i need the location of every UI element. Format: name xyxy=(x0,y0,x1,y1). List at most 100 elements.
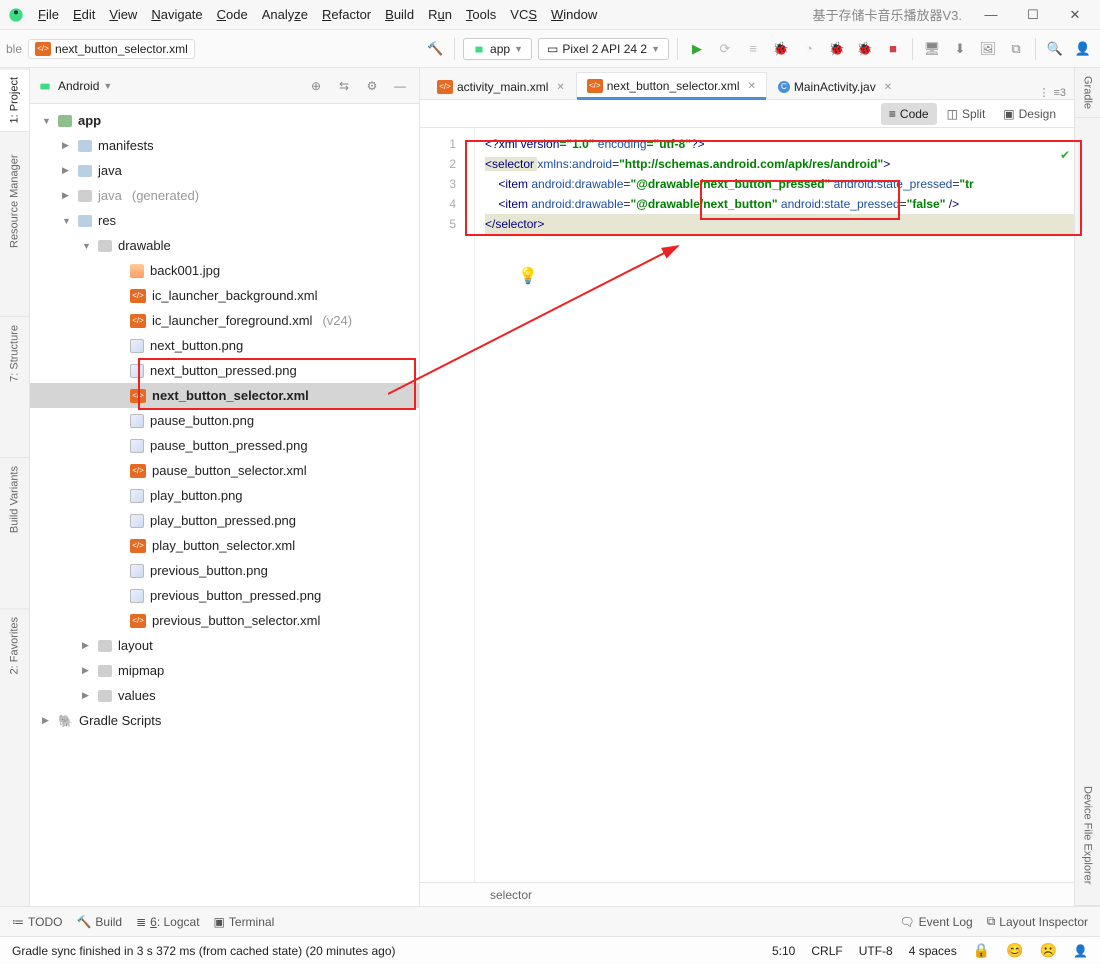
menu-build[interactable]: Build xyxy=(379,5,420,24)
smile-icon[interactable]: 😊 xyxy=(1006,942,1023,959)
menu-view[interactable]: View xyxy=(103,5,143,24)
tool-layout-inspector[interactable]: ⧉Layout Inspector xyxy=(987,914,1088,929)
attach-button[interactable]: 🐞 xyxy=(854,38,876,60)
menu-file[interactable]: File xyxy=(32,5,65,24)
minimize-button[interactable]: — xyxy=(974,5,1008,25)
breadcrumb-file[interactable]: </> next_button_selector.xml xyxy=(28,39,195,59)
tree-file[interactable]: play_button.png xyxy=(30,483,419,508)
apply-code-button[interactable]: ≡ xyxy=(742,38,764,60)
tool-logcat[interactable]: ≣6: Logcat xyxy=(136,915,199,929)
menu-navigate[interactable]: Navigate xyxy=(145,5,208,24)
view-design[interactable]: ▣Design xyxy=(995,103,1064,125)
tree-file[interactable]: </>pause_button_selector.xml xyxy=(30,458,419,483)
tool-project[interactable]: 1: Project xyxy=(0,68,29,131)
tool-event-log[interactable]: 🗨Event Log xyxy=(899,915,972,929)
expand-icon[interactable]: ⇆ xyxy=(333,75,355,97)
tab-next-button-selector[interactable]: </>next_button_selector.xml✕ xyxy=(576,72,767,100)
device-selector[interactable]: ▭ Pixel 2 API 24 2 ▼ xyxy=(538,38,669,60)
close-button[interactable]: ✕ xyxy=(1058,5,1092,25)
hide-icon[interactable]: — xyxy=(389,75,411,97)
lock-icon[interactable]: 🔒 xyxy=(973,942,990,959)
close-icon[interactable]: ✕ xyxy=(556,82,564,93)
locate-icon[interactable]: ⊕ xyxy=(305,75,327,97)
tree-node-java[interactable]: ▶java xyxy=(30,158,419,183)
hammer-icon[interactable]: 🔨 xyxy=(424,38,446,60)
tree-file[interactable]: </>ic_launcher_foreground.xml (v24) xyxy=(30,308,419,333)
tool-resource-manager[interactable]: Resource Manager xyxy=(0,131,29,271)
project-tree[interactable]: ▼app ▶manifests ▶java ▶java(generated) ▼… xyxy=(30,104,419,906)
tree-file[interactable]: next_button_pressed.png xyxy=(30,358,419,383)
inspection-icon[interactable]: 👤 xyxy=(1073,944,1088,958)
code-area[interactable]: 1 2 3 4 5 <?xml version="1.0" encoding="… xyxy=(420,128,1074,882)
close-icon[interactable]: ✕ xyxy=(884,82,892,93)
tool-build-variants[interactable]: Build Variants xyxy=(0,457,29,541)
tree-node-gradle[interactable]: ▶🐘Gradle Scripts xyxy=(30,708,419,733)
sad-icon[interactable]: ☹️ xyxy=(1040,942,1057,959)
tree-file[interactable]: pause_button_pressed.png xyxy=(30,433,419,458)
view-code[interactable]: ≡Code xyxy=(881,103,937,125)
layout-inspector-button[interactable]: ⧉ xyxy=(1005,38,1027,60)
menu-analyze[interactable]: Analyze xyxy=(256,5,314,24)
tool-structure[interactable]: 7: Structure xyxy=(0,316,29,390)
tree-node-manifests[interactable]: ▶manifests xyxy=(30,133,419,158)
menu-vcs[interactable]: VCS xyxy=(504,5,543,24)
menu-refactor[interactable]: Refactor xyxy=(316,5,377,24)
tree-node-java-gen[interactable]: ▶java(generated) xyxy=(30,183,419,208)
search-icon[interactable]: 🔍 xyxy=(1044,38,1066,60)
code-editor[interactable]: <?xml version="1.0" encoding="utf-8"?><s… xyxy=(475,128,1074,882)
caret-position[interactable]: 5:10 xyxy=(772,944,795,958)
tree-node-mipmap[interactable]: ▶mipmap xyxy=(30,658,419,683)
run-config-selector[interactable]: app ▼ xyxy=(463,38,532,60)
crumb-selector[interactable]: selector xyxy=(490,888,532,902)
close-icon[interactable]: ✕ xyxy=(748,81,756,92)
tree-node-res[interactable]: ▼res xyxy=(30,208,419,233)
tree-file[interactable]: pause_button.png xyxy=(30,408,419,433)
coverage-button[interactable]: 🐞 xyxy=(826,38,848,60)
tab-mainactivity[interactable]: CMainActivity.jav✕ xyxy=(767,73,903,100)
tree-file[interactable]: </>next_button_selector.xml xyxy=(30,383,419,408)
breadcrumb-trunc[interactable]: ble xyxy=(6,42,22,56)
run-button[interactable]: ▶ xyxy=(686,38,708,60)
user-icon[interactable]: 👤 xyxy=(1072,38,1094,60)
view-split[interactable]: ◫Split xyxy=(939,103,994,125)
tree-file[interactable]: back001.jpg xyxy=(30,258,419,283)
apply-changes-button[interactable]: ⟳ xyxy=(714,38,736,60)
profile-button[interactable]: ◔ xyxy=(798,38,820,60)
tree-node-drawable[interactable]: ▼drawable xyxy=(30,233,419,258)
indent-setting[interactable]: 4 spaces xyxy=(909,944,957,958)
tool-terminal[interactable]: ▣Terminal xyxy=(214,915,275,929)
stop-button[interactable]: ■ xyxy=(882,38,904,60)
sdk-manager-button[interactable]: ⬇ xyxy=(949,38,971,60)
project-view-selector[interactable]: Android ▼ xyxy=(58,79,112,93)
maximize-button[interactable]: ☐ xyxy=(1016,5,1050,25)
tree-node-app[interactable]: ▼app xyxy=(30,108,419,133)
avd-manager-button[interactable]: 🖥 xyxy=(921,38,943,60)
tree-file[interactable]: previous_button_pressed.png xyxy=(30,583,419,608)
gear-icon[interactable]: ⚙ xyxy=(361,75,383,97)
tool-device-file-explorer[interactable]: Device File Explorer xyxy=(1075,766,1100,906)
tree-file[interactable]: previous_button.png xyxy=(30,558,419,583)
menu-window[interactable]: Window xyxy=(545,5,603,24)
menu-edit[interactable]: Edit xyxy=(67,5,101,24)
tool-build[interactable]: 🔨Build xyxy=(76,915,122,929)
menu-run[interactable]: Run xyxy=(422,5,458,24)
resource-manager-button[interactable]: 🖼 xyxy=(977,38,999,60)
tree-file[interactable]: </>play_button_selector.xml xyxy=(30,533,419,558)
tree-node-layout[interactable]: ▶layout xyxy=(30,633,419,658)
tree-node-values[interactable]: ▶values xyxy=(30,683,419,708)
debug-button[interactable]: 🐞 xyxy=(770,38,792,60)
tab-activity-main[interactable]: </>activity_main.xml✕ xyxy=(426,73,576,100)
tool-todo[interactable]: ≔TODO xyxy=(12,915,62,929)
tool-gradle[interactable]: Gradle xyxy=(1075,68,1100,118)
bulb-icon[interactable]: 💡 xyxy=(518,266,538,286)
file-encoding[interactable]: UTF-8 xyxy=(859,944,893,958)
tool-favorites[interactable]: 2: Favorites xyxy=(0,608,29,682)
tree-file[interactable]: </>previous_button_selector.xml xyxy=(30,608,419,633)
tree-file[interactable]: next_button.png xyxy=(30,333,419,358)
menu-code[interactable]: Code xyxy=(211,5,254,24)
tabs-overflow[interactable]: ⋮≡3 xyxy=(1038,86,1074,99)
tree-file[interactable]: play_button_pressed.png xyxy=(30,508,419,533)
tree-file[interactable]: </>ic_launcher_background.xml xyxy=(30,283,419,308)
menu-tools[interactable]: Tools xyxy=(460,5,502,24)
line-separator[interactable]: CRLF xyxy=(811,944,842,958)
